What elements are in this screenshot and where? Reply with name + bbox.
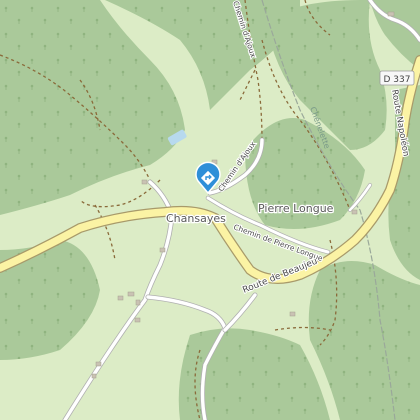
map-svg[interactable]: D 337 Chansayes Pierre Longue Chemin d'A…: [0, 0, 420, 420]
map-canvas[interactable]: D 337 Chansayes Pierre Longue Chemin d'A…: [0, 0, 420, 420]
building: [91, 373, 97, 379]
building: [351, 209, 358, 215]
building: [387, 11, 395, 17]
place-label-pierre-longue: Pierre Longue: [258, 202, 334, 215]
building: [289, 311, 296, 317]
road-shield-label: D 337: [384, 75, 411, 85]
building: [95, 361, 102, 367]
building: [117, 295, 124, 301]
building: [135, 299, 141, 306]
place-label-chansayes: Chansayes: [166, 212, 226, 225]
road-shield-d337: D 337: [379, 70, 415, 86]
building: [159, 247, 166, 253]
building: [127, 291, 135, 297]
building: [141, 179, 148, 185]
building: [134, 317, 141, 323]
